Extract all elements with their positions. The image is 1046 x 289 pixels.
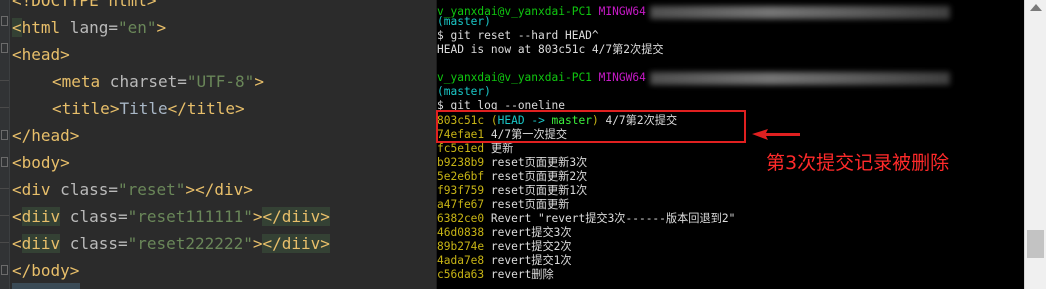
code-line-doctype: <!DOCTYPE html> xyxy=(12,0,157,10)
log-entry: 89b274e revert提交2次 xyxy=(437,240,572,253)
code-line-diiv-reset111111: <diiv class="reset111111"></diiv> xyxy=(12,207,330,226)
redacted-path xyxy=(649,71,950,85)
terminal-scrollbar[interactable] xyxy=(1024,0,1046,289)
fold-marker[interactable] xyxy=(1,130,8,140)
prompt-line: v_yanxdai@v_yanxdai-PC1 MINGW64 xyxy=(437,5,950,19)
log-entry: b9238b9 reset页面更新3次 xyxy=(437,156,588,169)
fold-guide xyxy=(0,80,9,81)
redacted-path xyxy=(649,5,950,19)
scrollbar-thumb[interactable] xyxy=(1027,230,1044,258)
fold-guide xyxy=(0,215,9,216)
code-line-body-open: <body> xyxy=(12,153,70,172)
fold-guide xyxy=(0,188,9,189)
prompt-branch: (master) xyxy=(437,85,491,98)
fold-marker[interactable] xyxy=(1,16,8,26)
editor-gutter xyxy=(0,0,10,289)
scroll-up-arrow-icon[interactable] xyxy=(1030,4,1042,11)
code-line-head-close: </head> xyxy=(12,126,80,145)
annotation-arrow-icon xyxy=(752,129,800,140)
fold-marker[interactable] xyxy=(1,157,8,167)
highlight-box xyxy=(436,110,746,143)
log-entry: 4ada7e8 revert提交1次 xyxy=(437,254,572,267)
prompt-branch: (master) xyxy=(437,15,491,28)
editor-bottom-tab[interactable] xyxy=(12,283,80,289)
command-git-reset: $ git reset --hard HEAD^ xyxy=(437,29,599,42)
log-entry: 5e2e6bf reset页面更新2次 xyxy=(437,170,588,183)
fold-guide xyxy=(0,107,9,108)
fold-guide xyxy=(0,242,9,243)
fold-marker[interactable] xyxy=(1,265,8,275)
log-entry: 6382ce0 Revert "revert提交3次------版本回退到2" xyxy=(437,212,736,225)
code-line-title: <title>Title</title> xyxy=(52,99,245,118)
log-entry: a47fe67 reset页面更新 xyxy=(437,198,570,211)
log-entry: f93f759 reset页面更新1次 xyxy=(437,184,588,197)
code-line-head-open: <head> xyxy=(12,45,70,64)
code-line-meta: <meta charset="UTF-8"> xyxy=(52,72,264,91)
code-line-body-close: </body> xyxy=(12,261,80,280)
log-entry: 46d0838 revert提交3次 xyxy=(437,226,572,239)
git-bash-terminal[interactable]: v_yanxdai@v_yanxdai-PC1 MINGW64 (master)… xyxy=(436,0,1025,289)
code-line-html: <html lang="en"> xyxy=(12,18,167,37)
annotation-text: 第3次提交记录被删除 xyxy=(766,152,950,174)
reset-output: HEAD is now at 803c51c 4/7第2次提交 xyxy=(437,43,664,56)
log-entry: c56da63 revert删除 xyxy=(437,268,554,281)
code-line-diiv-reset222222: <diiv class="reset222222"></diiv> xyxy=(12,234,330,253)
fold-marker[interactable] xyxy=(1,43,8,53)
code-line-div-reset: <div class="reset"></div> xyxy=(12,180,253,199)
prompt-line: v_yanxdai@v_yanxdai-PC1 MINGW64 xyxy=(437,71,950,85)
log-entry: fc5e1ed 更新 xyxy=(437,142,514,155)
code-editor[interactable]: <!DOCTYPE html> <html lang="en"> <head> … xyxy=(0,0,436,289)
